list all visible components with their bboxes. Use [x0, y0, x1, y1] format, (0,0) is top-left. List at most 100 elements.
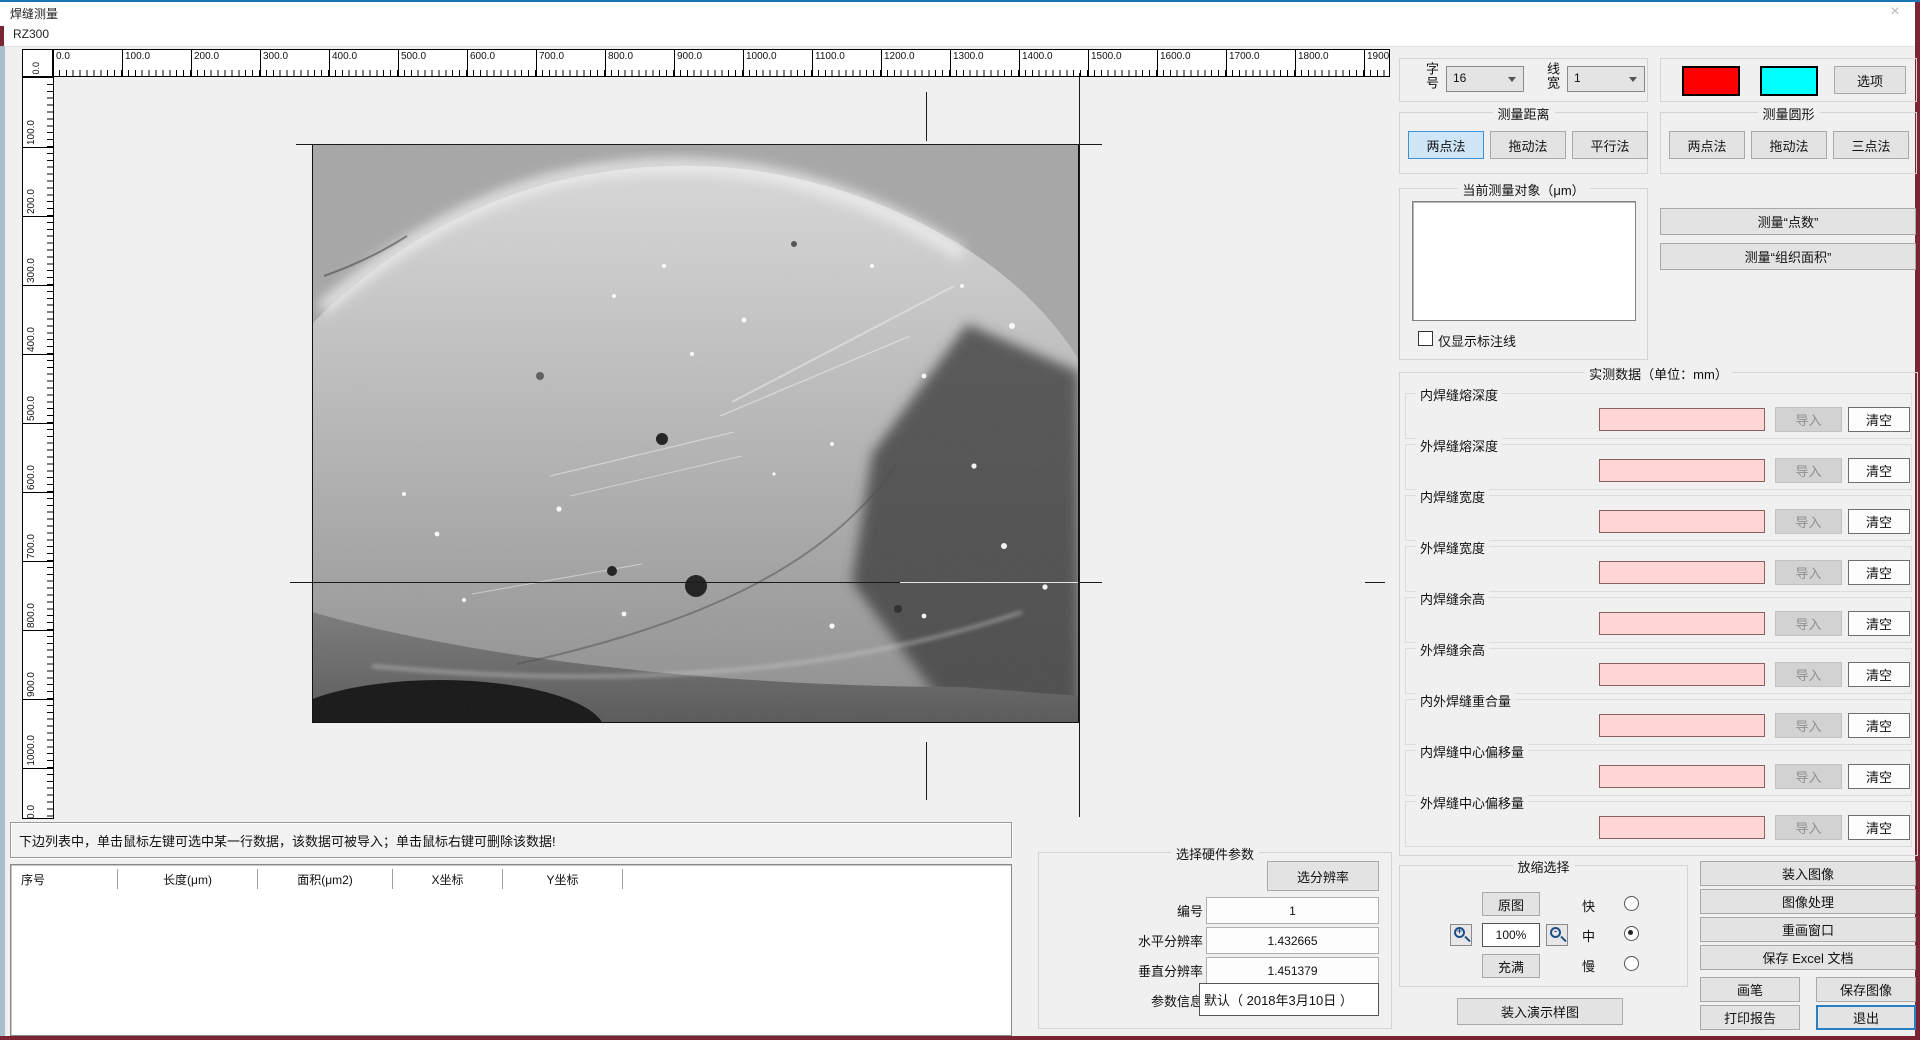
- hardware-param-info[interactable]: 默认（ 2018年3月10日 ）: [1199, 983, 1379, 1016]
- clear-button[interactable]: 清空: [1848, 662, 1910, 687]
- import-button[interactable]: 导入: [1775, 713, 1842, 738]
- zoom-out-button[interactable]: -: [1546, 924, 1568, 946]
- hardware-params-title: 选择硬件参数: [1171, 844, 1259, 863]
- load-demo-image-button[interactable]: 装入演示样图: [1457, 998, 1623, 1025]
- import-button[interactable]: 导入: [1775, 815, 1842, 840]
- action-button[interactable]: 退出: [1816, 1005, 1916, 1030]
- close-icon[interactable]: ×: [1884, 3, 1906, 21]
- circle-method-3[interactable]: 三点法: [1833, 131, 1909, 159]
- measured-value-field[interactable]: [1599, 816, 1765, 839]
- hardware-field-value[interactable]: 1: [1206, 897, 1379, 924]
- color-swatch-primary[interactable]: [1682, 66, 1740, 96]
- clear-button[interactable]: 清空: [1848, 407, 1910, 432]
- action-button[interactable]: 装入图像: [1700, 861, 1916, 886]
- measurement-table[interactable]: 序号长度(μm)面积(μm2)X坐标Y坐标: [10, 864, 1012, 1036]
- clear-button[interactable]: 清空: [1848, 815, 1910, 840]
- clear-button[interactable]: 清空: [1848, 611, 1910, 636]
- window-border-left-top: [0, 26, 4, 46]
- line-width-select[interactable]: 1: [1567, 66, 1645, 92]
- original-size-button[interactable]: 原图: [1482, 892, 1540, 916]
- import-button[interactable]: 导入: [1775, 662, 1842, 687]
- circle-method-2[interactable]: 拖动法: [1751, 131, 1827, 159]
- clear-button[interactable]: 清空: [1848, 713, 1910, 738]
- color-swatch-secondary[interactable]: [1760, 66, 1818, 96]
- weld-measure-window: 焊缝测量 × RZ300 0.0 0.0100.0200.0300.0400.0…: [0, 0, 1920, 1040]
- zoom-value-field[interactable]: 100%: [1482, 923, 1540, 947]
- vruler-label: 900.0: [26, 672, 37, 697]
- zoom-in-button[interactable]: +: [1450, 924, 1472, 946]
- import-button[interactable]: 导入: [1775, 509, 1842, 534]
- import-button[interactable]: 导入: [1775, 407, 1842, 432]
- options-button[interactable]: 选项: [1834, 66, 1906, 94]
- show-annotation-only-checkbox[interactable]: [1418, 331, 1433, 346]
- action-button[interactable]: 保存图像: [1816, 977, 1916, 1002]
- measured-value-field[interactable]: [1599, 459, 1765, 482]
- measured-value-field[interactable]: [1599, 612, 1765, 635]
- hruler-tick: [536, 50, 537, 76]
- action-button[interactable]: 打印报告: [1700, 1005, 1800, 1030]
- measured-value-field[interactable]: [1599, 765, 1765, 788]
- hruler-label: 500.0: [401, 51, 426, 62]
- vruler-tick: [23, 561, 53, 562]
- action-button[interactable]: 图像处理: [1700, 889, 1916, 914]
- import-button[interactable]: 导入: [1775, 611, 1842, 636]
- hruler-label: 400.0: [332, 51, 357, 62]
- clear-button[interactable]: 清空: [1848, 509, 1910, 534]
- measured-row: 外焊缝宽度导入清空: [1405, 546, 1912, 592]
- table-header-1[interactable]: 序号: [13, 869, 118, 889]
- hruler-label: 1200.0: [884, 51, 915, 62]
- table-header-4[interactable]: X坐标: [393, 869, 503, 889]
- specimen-image[interactable]: [312, 144, 1079, 723]
- vruler-label: 1100.0: [26, 805, 37, 819]
- vruler-label: 1000.0: [26, 735, 37, 766]
- clear-button[interactable]: 清空: [1848, 560, 1910, 585]
- select-resolution-button[interactable]: 选分辨率: [1267, 861, 1379, 891]
- font-size-select[interactable]: 16: [1446, 66, 1524, 92]
- table-header-3[interactable]: 面积(μm2): [258, 869, 393, 889]
- action-button[interactable]: 保存 Excel 文档: [1700, 945, 1916, 970]
- import-button[interactable]: 导入: [1775, 560, 1842, 585]
- current-object-listbox[interactable]: [1412, 201, 1636, 321]
- measure-circle-group: 测量圆形 两点法拖动法三点法: [1660, 112, 1917, 174]
- vruler-label: 300.0: [26, 258, 37, 283]
- speed-radio[interactable]: [1624, 926, 1639, 941]
- measured-value-field[interactable]: [1599, 561, 1765, 584]
- hardware-field-value[interactable]: 1.432665: [1206, 927, 1379, 954]
- distance-method-1[interactable]: 两点法: [1408, 131, 1484, 159]
- speed-radio[interactable]: [1624, 956, 1639, 971]
- clear-button[interactable]: 清空: [1848, 764, 1910, 789]
- hruler-tick: [812, 50, 813, 76]
- vertical-tick-bottom: [926, 742, 927, 800]
- measured-value-field[interactable]: [1599, 408, 1765, 431]
- table-header-2[interactable]: 长度(μm): [118, 869, 258, 889]
- measured-value-field[interactable]: [1599, 663, 1765, 686]
- import-button[interactable]: 导入: [1775, 764, 1842, 789]
- measured-value-field[interactable]: [1599, 510, 1765, 533]
- hruler-label: 1500.0: [1091, 51, 1122, 62]
- zoom-select-title: 放缩选择: [1512, 857, 1574, 876]
- measure-area-button[interactable]: 测量“组织面积”: [1660, 243, 1916, 270]
- measure-points-button[interactable]: 测量“点数”: [1660, 208, 1916, 235]
- measured-row-label: 内焊缝中心偏移量: [1416, 742, 1528, 761]
- vruler-label: 600.0: [26, 465, 37, 490]
- measure-distance-group: 测量距离 两点法拖动法平行法: [1399, 112, 1648, 174]
- import-button[interactable]: 导入: [1775, 458, 1842, 483]
- distance-method-2[interactable]: 拖动法: [1490, 131, 1566, 159]
- hardware-field-value[interactable]: 1.451379: [1206, 957, 1379, 984]
- hruler-label: 1700.0: [1229, 51, 1260, 62]
- hruler-label: 1100.0: [815, 51, 845, 62]
- vruler-label: 400.0: [26, 327, 37, 352]
- action-button[interactable]: 画笔: [1700, 977, 1800, 1002]
- speed-radio[interactable]: [1624, 896, 1639, 911]
- circle-method-1[interactable]: 两点法: [1669, 131, 1745, 159]
- measured-row-label: 内焊缝余高: [1416, 589, 1489, 608]
- measured-value-field[interactable]: [1599, 714, 1765, 737]
- menu-item-rz300[interactable]: RZ300: [13, 27, 49, 41]
- clear-button[interactable]: 清空: [1848, 458, 1910, 483]
- action-button[interactable]: 重画窗口: [1700, 917, 1916, 942]
- vruler-label: 100.0: [26, 120, 37, 145]
- zoom-in-icon: +: [1454, 927, 1465, 938]
- table-header-5[interactable]: Y坐标: [503, 869, 623, 889]
- distance-method-3[interactable]: 平行法: [1572, 131, 1648, 159]
- fit-button[interactable]: 充满: [1482, 954, 1540, 978]
